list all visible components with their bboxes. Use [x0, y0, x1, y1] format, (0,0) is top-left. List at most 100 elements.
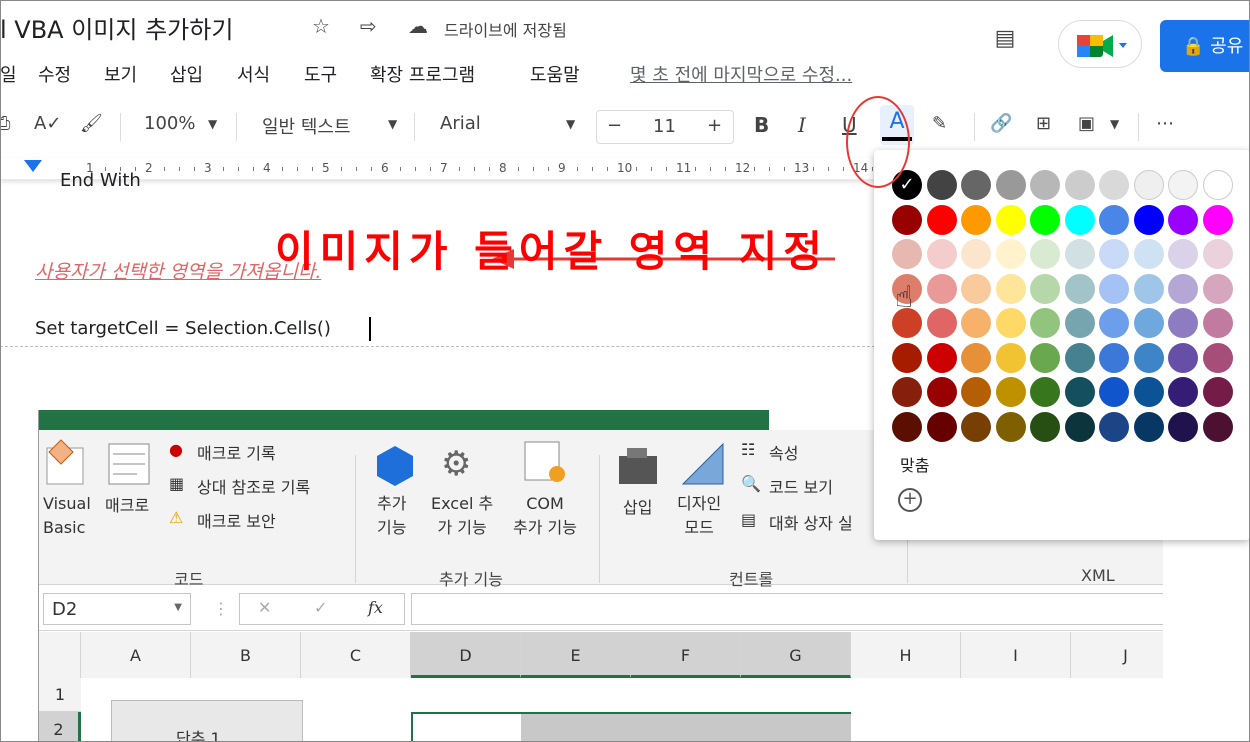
cloud-saved-icon[interactable]: ☁	[408, 14, 428, 38]
color-swatch[interactable]	[1133, 170, 1164, 200]
color-swatch[interactable]	[1064, 204, 1095, 235]
color-swatch[interactable]	[892, 204, 922, 235]
color-swatch[interactable]	[1064, 239, 1095, 269]
print-icon[interactable]: ⎙	[0, 113, 10, 134]
color-swatch[interactable]	[892, 342, 922, 373]
color-swatch[interactable]	[1099, 204, 1129, 235]
color-swatch[interactable]	[1030, 411, 1060, 442]
color-swatch[interactable]	[995, 239, 1026, 269]
color-swatch[interactable]	[1064, 377, 1095, 407]
color-swatch[interactable]	[961, 204, 991, 235]
increase-font-button[interactable]: +	[707, 115, 722, 136]
color-swatch[interactable]	[995, 411, 1026, 442]
color-swatch[interactable]	[1030, 342, 1060, 373]
menu-edit[interactable]: 수정	[38, 61, 71, 87]
color-swatch[interactable]	[1064, 170, 1095, 200]
color-swatch[interactable]	[1064, 342, 1095, 373]
bold-button[interactable]: B	[754, 113, 769, 137]
color-swatch[interactable]	[1099, 170, 1129, 200]
link-icon[interactable]: 🔗	[990, 113, 1012, 134]
menu-view[interactable]: 보기	[104, 61, 137, 87]
image-icon[interactable]: ▣	[1078, 113, 1095, 134]
color-swatch[interactable]	[892, 239, 922, 269]
comments-icon[interactable]: ▤	[987, 26, 1023, 62]
color-swatch[interactable]	[926, 308, 957, 338]
color-swatch[interactable]	[1099, 273, 1129, 304]
color-swatch[interactable]	[1202, 377, 1233, 407]
color-swatch[interactable]	[1133, 273, 1164, 304]
color-swatch[interactable]	[926, 239, 957, 269]
color-swatch[interactable]	[961, 273, 991, 304]
indent-marker-icon[interactable]	[24, 160, 42, 174]
color-swatch[interactable]	[1030, 204, 1060, 235]
color-swatch[interactable]	[961, 308, 991, 338]
color-swatch[interactable]	[1133, 239, 1164, 269]
color-swatch[interactable]	[1168, 411, 1198, 442]
menu-help[interactable]: 도움말	[530, 61, 580, 87]
color-swatch[interactable]	[926, 342, 957, 373]
color-swatch[interactable]	[1133, 204, 1164, 235]
color-swatch[interactable]	[1099, 308, 1129, 338]
last-edit-link[interactable]: 몇 초 전에 마지막으로 수정...	[630, 61, 852, 87]
color-swatch[interactable]	[1168, 204, 1198, 235]
style-select[interactable]: 일반 텍스트	[262, 113, 351, 139]
color-swatch[interactable]	[926, 170, 957, 200]
color-swatch[interactable]	[926, 273, 957, 304]
menu-insert[interactable]: 삽입	[170, 61, 203, 87]
add-custom-color-button[interactable]: +	[898, 488, 922, 512]
color-swatch[interactable]	[1133, 377, 1164, 407]
font-size-input[interactable]: 11	[653, 116, 676, 137]
color-swatch[interactable]	[995, 308, 1026, 338]
more-options-icon[interactable]: ⋯	[1156, 113, 1174, 134]
color-swatch[interactable]	[1030, 239, 1060, 269]
color-swatch[interactable]	[961, 342, 991, 373]
highlight-icon[interactable]: ✎	[932, 113, 947, 134]
color-swatch[interactable]	[1133, 308, 1164, 338]
color-swatch[interactable]	[1099, 411, 1129, 442]
color-swatch[interactable]	[1202, 411, 1233, 442]
color-swatch[interactable]	[1133, 342, 1164, 373]
color-swatch[interactable]	[1202, 204, 1233, 235]
color-swatch[interactable]	[1030, 170, 1060, 200]
color-swatch[interactable]	[961, 239, 991, 269]
color-swatch[interactable]	[1168, 273, 1198, 304]
spellcheck-icon[interactable]: A✓	[34, 113, 61, 134]
color-swatch[interactable]	[1202, 308, 1233, 338]
color-swatch[interactable]	[1168, 239, 1198, 269]
star-icon[interactable]: ☆	[312, 14, 330, 38]
color-swatch[interactable]	[1168, 342, 1198, 373]
color-swatch[interactable]	[1064, 273, 1095, 304]
color-swatch[interactable]	[1202, 170, 1233, 200]
color-swatch[interactable]	[961, 377, 991, 407]
color-swatch[interactable]	[1099, 342, 1129, 373]
menu-format[interactable]: 서식	[237, 61, 270, 87]
color-swatch[interactable]	[1099, 377, 1129, 407]
color-swatch[interactable]	[1099, 239, 1129, 269]
document-title[interactable]: l VBA 이미지 추가하기	[0, 10, 233, 45]
color-swatch[interactable]	[892, 411, 922, 442]
paint-format-icon[interactable]: 🖌	[80, 113, 103, 134]
color-swatch[interactable]	[995, 342, 1026, 373]
color-swatch[interactable]	[926, 411, 957, 442]
color-swatch[interactable]	[1202, 342, 1233, 373]
color-swatch[interactable]	[1030, 308, 1060, 338]
color-swatch[interactable]	[1064, 308, 1095, 338]
color-swatch[interactable]	[1030, 377, 1060, 407]
color-swatch[interactable]	[926, 377, 957, 407]
color-swatch[interactable]	[995, 377, 1026, 407]
color-swatch[interactable]	[1064, 411, 1095, 442]
menu-extensions[interactable]: 확장 프로그램	[370, 61, 475, 87]
add-comment-icon[interactable]: ⊞	[1036, 113, 1051, 134]
italic-button[interactable]: I	[798, 113, 806, 137]
move-folder-icon[interactable]: ⇨	[360, 14, 377, 38]
color-swatch[interactable]	[995, 273, 1026, 304]
color-swatch[interactable]	[926, 204, 957, 235]
color-swatch[interactable]	[961, 411, 991, 442]
color-swatch[interactable]	[892, 377, 922, 407]
menu-tools[interactable]: 도구	[304, 61, 337, 87]
color-swatch[interactable]	[1168, 170, 1198, 200]
color-swatch[interactable]	[1133, 411, 1164, 442]
color-swatch[interactable]	[1168, 308, 1198, 338]
zoom-select[interactable]: 100%	[144, 113, 195, 134]
share-button[interactable]: 🔒 공유	[1160, 20, 1250, 72]
